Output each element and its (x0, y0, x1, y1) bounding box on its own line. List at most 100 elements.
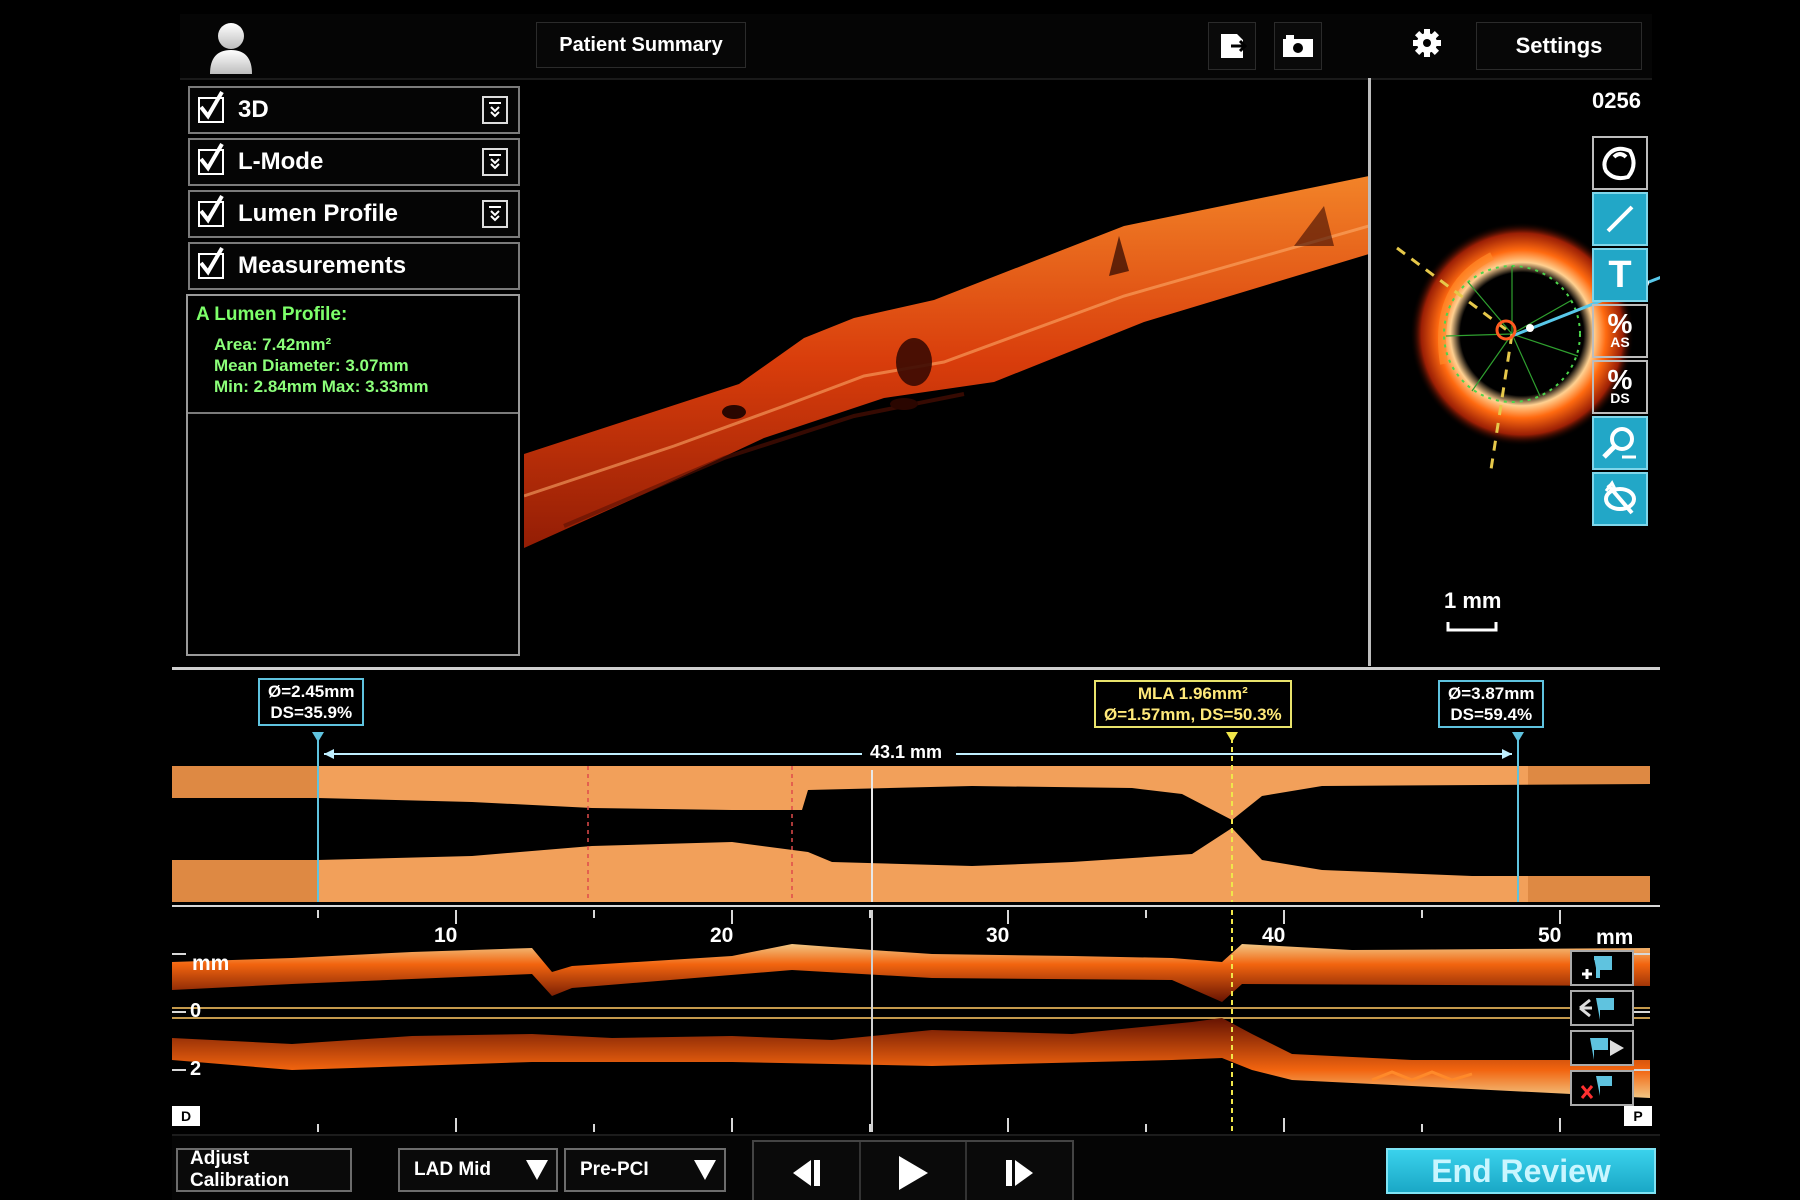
expand-icon[interactable] (482, 148, 508, 176)
checkbox[interactable] (198, 246, 224, 279)
layer-label: 3D (238, 96, 269, 123)
3d-vessel-view[interactable] (523, 86, 1370, 666)
axis-tick-label: 30 (986, 924, 1010, 947)
playback-controls (752, 1140, 1074, 1200)
lumen-trace-icon (1602, 146, 1636, 181)
distal-marker: D (172, 1106, 200, 1126)
step-back-icon (793, 1160, 821, 1186)
procedure-select[interactable]: Pre-PCI (564, 1148, 726, 1192)
depth-tick-label: 0 (190, 1000, 202, 1022)
top-bar: Patient Summary Settings (180, 14, 1652, 80)
layer-toggle-3d[interactable]: 3D (188, 86, 520, 134)
percent-diameter-stenosis-tool[interactable]: % DS (1592, 360, 1648, 414)
user-avatar-icon[interactable] (206, 20, 256, 76)
checkbox[interactable] (198, 90, 224, 123)
end-review-button[interactable]: End Review (1386, 1148, 1656, 1194)
scale-label: 1 mm (1444, 588, 1502, 613)
zoom-icon (1602, 427, 1636, 459)
checkbox[interactable] (198, 142, 224, 175)
view-divider (1368, 78, 1371, 666)
add-bookmark-icon (1582, 956, 1612, 979)
patient-summary-button[interactable]: Patient Summary (536, 22, 746, 68)
mla-tag[interactable]: MLA 1.96mm² Ø=1.57mm, DS=50.3% (1094, 680, 1292, 728)
lumen-profile-readout: A Lumen Profile: Area: 7.42mm² Mean Diam… (188, 296, 518, 414)
layer-label: Measurements (238, 252, 407, 279)
vessel-select[interactable]: LAD Mid (398, 1148, 558, 1192)
end-review-label: End Review (1431, 1152, 1611, 1189)
mean-diameter: Mean Diameter: 3.07mm (214, 356, 409, 375)
reset-orientation-icon (1604, 480, 1636, 515)
l-mode-view[interactable]: 10 20 30 40 50 mm mm 0 2 D P (172, 910, 1660, 1132)
depth-tick-label: 2 (190, 1058, 202, 1080)
expand-icon[interactable] (482, 200, 508, 228)
checkbox[interactable] (198, 194, 224, 227)
lumen-profile-band[interactable]: Ø=2.45mm DS=35.9% MLA 1.96mm² Ø=1.57mm, … (172, 670, 1660, 910)
scale-bar-line (1446, 622, 1498, 632)
camera-button[interactable] (1274, 22, 1322, 70)
axis-tick-label: 50 (1538, 924, 1562, 947)
distal-label: D (180, 1108, 192, 1124)
percent-diameter-stenosis-icon: % DS (1608, 366, 1633, 406)
tag-line-1: Ø=2.45mm (268, 682, 355, 701)
lumen-profile-title: A Lumen Profile: (196, 304, 348, 325)
depth-unit-label: mm (192, 952, 230, 975)
measurement-details-panel: A Lumen Profile: Area: 7.42mm² Mean Diam… (186, 294, 520, 656)
layer-toggle-measurements[interactable]: Measurements (188, 242, 520, 290)
next-bookmark-icon (1590, 1038, 1624, 1060)
step-forward-button[interactable] (967, 1142, 1072, 1200)
line-measure-icon (1606, 205, 1634, 233)
previous-bookmark-icon (1579, 998, 1614, 1020)
layer-label: L-Mode (238, 148, 324, 175)
delete-bookmark-button[interactable] (1570, 1070, 1634, 1106)
bottom-bar: Adjust Calibration LAD Mid Pre-PCI End R… (172, 1134, 1660, 1200)
layer-toggle-lumen-profile[interactable]: Lumen Profile (188, 190, 520, 238)
tool-sub-label: AS (1610, 334, 1630, 350)
layer-label: Lumen Profile (238, 200, 399, 227)
adjust-calibration-label: Adjust Calibration (190, 1148, 290, 1191)
percent-area-stenosis-icon: % AS (1608, 310, 1633, 350)
tag-line-1: MLA 1.96mm² (1137, 684, 1248, 703)
text-annotation-icon: T (1608, 254, 1632, 296)
next-bookmark-button[interactable] (1570, 1030, 1634, 1066)
reference-distal-tag[interactable]: Ø=2.45mm DS=35.9% (258, 678, 365, 726)
patient-summary-label: Patient Summary (559, 33, 723, 56)
adjust-calibration-button[interactable]: Adjust Calibration (176, 1148, 352, 1192)
axis-tick-label: 40 (1262, 924, 1286, 947)
settings-label: Settings (1515, 33, 1603, 58)
zoom-tool[interactable] (1592, 416, 1648, 470)
axis-unit-label: mm (1596, 926, 1634, 949)
expand-icon[interactable] (482, 96, 508, 124)
axis-tick-label: 20 (710, 924, 734, 947)
vessel-select-value: LAD Mid (414, 1159, 492, 1180)
reference-proximal-tag[interactable]: Ø=3.87mm DS=59.4% (1438, 680, 1545, 728)
lumen-area: Area: 7.42mm² (214, 335, 332, 354)
reset-orientation-tool[interactable] (1592, 472, 1648, 526)
proximal-marker: P (1624, 1106, 1652, 1126)
add-bookmark-button[interactable] (1570, 950, 1634, 986)
export-icon (1221, 34, 1247, 58)
chevron-down-icon (694, 1160, 716, 1180)
tag-line-2: DS=59.4% (1450, 705, 1533, 724)
delete-bookmark-icon (1580, 1076, 1612, 1099)
line-measure-tool[interactable] (1592, 192, 1648, 246)
procedure-select-value: Pre-PCI (580, 1159, 649, 1180)
tag-line-2: Ø=1.57mm, DS=50.3% (1104, 705, 1282, 724)
percent-area-stenosis-tool[interactable]: % AS (1592, 304, 1648, 358)
play-button[interactable] (861, 1142, 968, 1200)
gear-icon[interactable] (1412, 28, 1442, 63)
frame-number: 0256 (1592, 88, 1641, 113)
scale-bar: 1 mm (1444, 588, 1501, 640)
proximal-label: P (1633, 1108, 1643, 1124)
lumen-trace-tool[interactable] (1592, 136, 1648, 190)
text-annotation-tool[interactable]: T (1592, 248, 1648, 302)
export-button[interactable] (1208, 22, 1256, 70)
tool-sub-label: DS (1610, 390, 1630, 406)
axis-tick-label: 10 (434, 924, 458, 947)
step-back-button[interactable] (754, 1142, 861, 1200)
settings-button[interactable]: Settings (1476, 22, 1642, 70)
chevron-down-icon (526, 1160, 548, 1180)
layer-toggle-l-mode[interactable]: L-Mode (188, 138, 520, 186)
oct-review-screen: Patient Summary Settings 3D L-Mode Lumen… (172, 10, 1660, 1200)
previous-bookmark-button[interactable] (1570, 990, 1634, 1026)
play-icon (899, 1156, 928, 1190)
